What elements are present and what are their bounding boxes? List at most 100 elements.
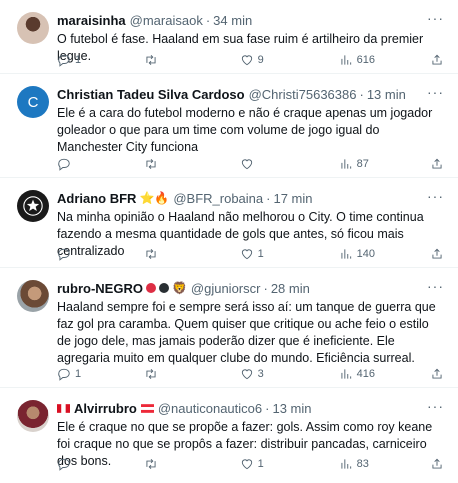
views-button[interactable]: 416 <box>339 367 430 381</box>
avatar[interactable] <box>17 280 49 312</box>
tweet-actions: 1 140 <box>57 246 444 262</box>
retweet-button[interactable] <box>144 457 240 471</box>
views-icon <box>341 159 351 169</box>
tweet-3[interactable]: ··· Adriano BFR ⭐🔥 @BFR_robaina · 17 min… <box>0 178 458 268</box>
like-button[interactable]: 9 <box>240 53 339 67</box>
views-button[interactable]: 140 <box>339 247 430 261</box>
like-count: 1 <box>257 458 264 470</box>
heart-icon <box>241 55 252 66</box>
views-button[interactable]: 87 <box>339 157 430 171</box>
avatar[interactable] <box>17 400 49 432</box>
tweet-4[interactable]: ··· rubro-NEGRO 🦁 @gjuniorscr · 28 min H… <box>0 268 458 388</box>
separator-dot: · <box>359 86 364 102</box>
separator-dot: · <box>263 280 268 296</box>
retweet-icon <box>145 55 156 65</box>
austria-flag-icon <box>140 403 154 413</box>
separator-dot: · <box>265 400 270 416</box>
share-icon <box>432 158 442 169</box>
reply-count: 1 <box>75 368 82 380</box>
author-name[interactable]: Alvirrubro <box>74 401 137 416</box>
reply-icon <box>58 248 70 261</box>
author-name[interactable]: Adriano BFR <box>57 191 136 206</box>
views-count: 87 <box>356 158 369 170</box>
tweet-header: rubro-NEGRO 🦁 @gjuniorscr · 28 min <box>57 279 444 297</box>
avatar[interactable] <box>17 190 49 222</box>
timestamp[interactable]: 13 min <box>272 401 311 416</box>
reply-icon <box>58 158 70 171</box>
author-handle[interactable]: @BFR_robaina <box>173 191 263 206</box>
share-button[interactable] <box>430 247 444 261</box>
author-name[interactable]: rubro-NEGRO <box>57 281 143 296</box>
tweet-actions: 87 <box>57 156 444 172</box>
share-button[interactable] <box>430 367 444 381</box>
views-icon <box>341 249 351 259</box>
share-icon <box>432 248 442 259</box>
retweet-button[interactable] <box>144 247 240 261</box>
share-icon <box>432 368 442 379</box>
reply-button[interactable] <box>57 247 144 261</box>
reply-icon <box>58 458 70 471</box>
reply-button[interactable]: 1 <box>57 53 144 67</box>
tweet-2[interactable]: C ··· Christian Tadeu Silva Cardoso @Chr… <box>0 74 458 178</box>
retweet-icon <box>145 459 156 469</box>
views-count: 83 <box>356 458 369 470</box>
like-button[interactable]: 3 <box>240 367 339 381</box>
tweet-1[interactable]: ··· maraisinha @maraisaok · 34 min O fut… <box>0 0 458 74</box>
like-button[interactable]: 1 <box>240 247 339 261</box>
author-name[interactable]: Christian Tadeu Silva Cardoso <box>57 87 245 102</box>
views-count: 616 <box>356 54 376 66</box>
views-count: 416 <box>356 368 376 380</box>
heart-icon <box>241 159 252 170</box>
tweet-actions: 1 9 616 <box>57 52 444 68</box>
separator-dot: · <box>266 190 271 206</box>
name-emojis: 🦁 <box>171 281 187 295</box>
views-button[interactable]: 83 <box>339 457 430 471</box>
timestamp[interactable]: 13 min <box>367 87 406 102</box>
reply-count: 1 <box>75 54 82 66</box>
retweet-button[interactable] <box>144 367 240 381</box>
heart-icon <box>241 369 252 380</box>
retweet-button[interactable] <box>144 53 240 67</box>
author-handle[interactable]: @maraisaok <box>130 13 203 28</box>
reply-icon <box>58 54 70 67</box>
views-icon <box>341 459 351 469</box>
share-icon <box>432 458 442 469</box>
author-handle[interactable]: @gjuniorscr <box>191 281 261 296</box>
like-count: 9 <box>257 54 264 66</box>
share-button[interactable] <box>430 457 444 471</box>
avatar-letter: C <box>27 93 39 111</box>
tweet-actions: 1 3 416 <box>57 366 444 382</box>
tweet-header: Christian Tadeu Silva Cardoso @Christi75… <box>57 85 444 103</box>
author-handle[interactable]: @Christi75636386 <box>249 87 357 102</box>
reply-button[interactable]: 1 <box>57 367 144 381</box>
author-name[interactable]: maraisinha <box>57 13 126 28</box>
share-button[interactable] <box>430 53 444 67</box>
name-emojis: ⭐🔥 <box>139 191 170 205</box>
views-button[interactable]: 616 <box>339 53 430 67</box>
retweet-button[interactable] <box>144 157 240 171</box>
tweet-5[interactable]: ··· Alvirrubro @nauticonautico6 · 13 min… <box>0 388 458 483</box>
timestamp[interactable]: 17 min <box>273 191 312 206</box>
tweet-text: Haaland sempre foi e sempre será isso aí… <box>57 300 436 365</box>
reply-button[interactable] <box>57 457 144 471</box>
share-button[interactable] <box>430 157 444 171</box>
separator-dot: · <box>205 12 211 28</box>
timestamp[interactable]: 28 min <box>271 281 310 296</box>
share-icon <box>432 54 442 65</box>
tweet-header: Alvirrubro @nauticonautico6 · 13 min <box>57 399 444 417</box>
reply-button[interactable] <box>57 157 144 171</box>
avatar[interactable]: C <box>17 86 49 118</box>
retweet-icon <box>145 159 156 169</box>
heart-icon <box>241 249 252 260</box>
author-handle[interactable]: @nauticonautico6 <box>158 401 262 416</box>
reply-icon <box>58 368 70 381</box>
avatar[interactable] <box>17 12 49 44</box>
like-count: 3 <box>257 368 264 380</box>
like-button[interactable]: 1 <box>240 457 339 471</box>
views-icon <box>341 55 351 65</box>
tweet-text: Ele é a cara do futebol moderno e não é … <box>57 106 433 154</box>
views-count: 140 <box>356 248 376 260</box>
tweet-header: maraisinha @maraisaok · 34 min <box>57 11 444 29</box>
like-button[interactable] <box>240 157 339 171</box>
timestamp[interactable]: 34 min <box>213 13 252 28</box>
